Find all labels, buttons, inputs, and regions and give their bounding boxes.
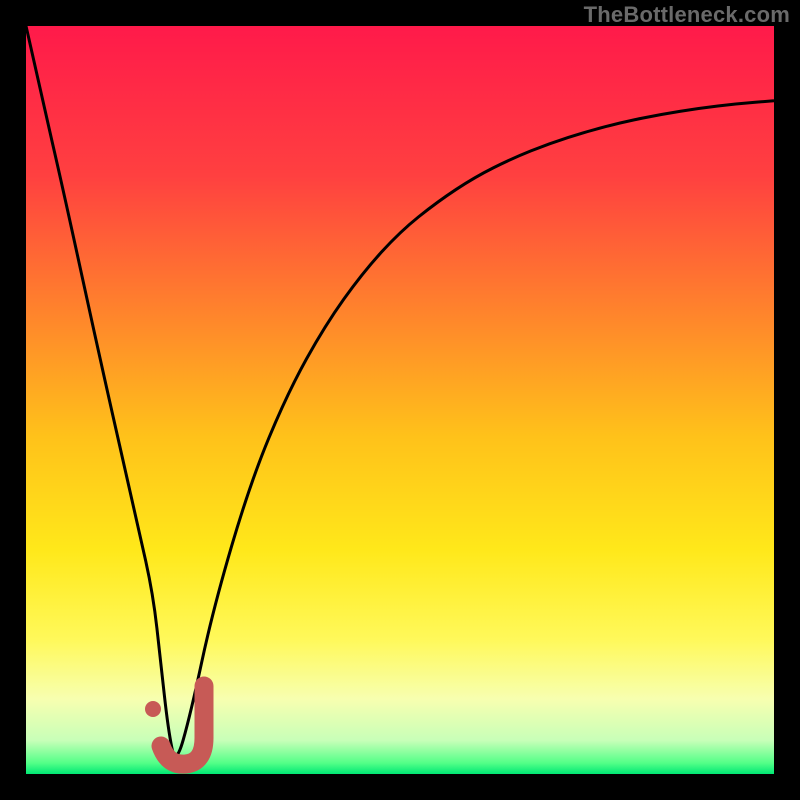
watermark-label: TheBottleneck.com — [584, 2, 790, 28]
plot-area — [26, 26, 774, 774]
gradient-background — [26, 26, 774, 774]
outer-frame: TheBottleneck.com — [0, 0, 800, 800]
plot-svg — [26, 26, 774, 774]
j-marker-dot-icon — [145, 701, 161, 717]
